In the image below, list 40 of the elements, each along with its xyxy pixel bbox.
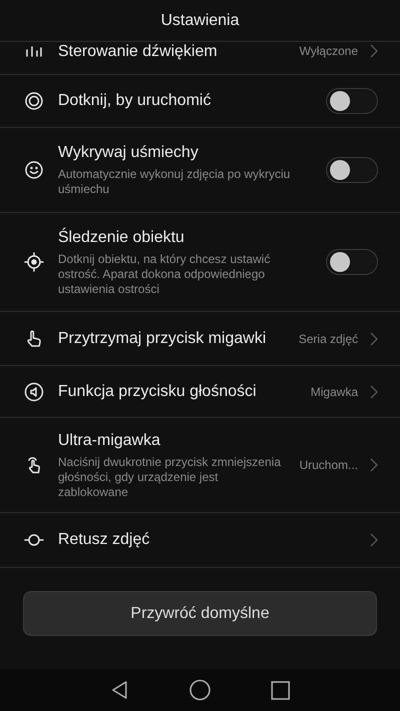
back-icon[interactable] (110, 680, 130, 700)
row-description: Dotknij obiektu, na który chcesz ustawić ostrość. Aparat dokona odpowiedniego ustawienia ostrości (58, 252, 272, 296)
chevron-icon (370, 332, 378, 346)
row-title: Sterowanie dźwiękiem (58, 42, 218, 62)
row-title: Dotknij, by uruchomić (58, 91, 212, 111)
settings-row[interactable]: Funkcja przycisku głośności Migawka (0, 366, 400, 418)
settings-row[interactable]: Retusz zdjęć (0, 513, 400, 568)
row-title: Przytrzymaj przycisk migawki (58, 328, 268, 348)
row-title: Śledzenie obiektu (58, 228, 186, 248)
settings-row[interactable]: Przytrzymaj przycisk migawki Seria zdjęć (0, 312, 400, 366)
row-description: Automatycznie wykonuj zdjęcia po wykryciu uśmiechu (58, 167, 292, 197)
settings-row[interactable]: Sterowanie dźwiękiem Wyłączone (0, 42, 400, 75)
row-title: Retusz zdjęć (58, 530, 151, 550)
chevron-icon (370, 458, 378, 472)
chevron-icon (370, 384, 378, 398)
toggle-switch[interactable] (326, 249, 378, 275)
screen-title: Ustawienia (160, 10, 240, 30)
settings-row[interactable]: Wykrywaj uśmiechy Automatycznie wykonuj zdjęcia po wykryciu uśmiechu (0, 128, 400, 213)
row-value: Uruchom... (299, 457, 358, 474)
row-value: Seria zdjęć (298, 330, 358, 348)
settings-row[interactable]: Śledzenie obiektu Dotknij obiektu, na który chcesz ustawić ostrość. Aparat dokona odpowiedniego ustawienia ostrości (0, 213, 400, 312)
settings-row[interactable]: Dotknij, by uruchomić (0, 75, 400, 128)
home-icon[interactable] (189, 679, 212, 701)
row-title: Funkcja przycisku głośności (58, 382, 258, 402)
row-title: Ultra-migawka (58, 430, 162, 450)
settings-row[interactable]: Ultra-migawka Naciśnij dwukrotnie przycisk zmniejszenia głośności, gdy urządzenie jest zablokowane Uruchom... (0, 418, 400, 513)
row-title: Wykrywaj uśmiechy (58, 143, 200, 163)
crosshair-icon (24, 252, 44, 272)
speaker-icon (24, 382, 44, 402)
recents-icon[interactable] (271, 680, 290, 700)
row-description: Naciśnij dwukrotnie przycisk zmniejszenia głośności, gdy urządzenie jest zablokowane (58, 454, 282, 500)
row-value: Migawka (310, 384, 358, 400)
row-value: Wyłączone (299, 43, 358, 60)
target-icon (24, 91, 44, 111)
chevron-icon (370, 44, 378, 58)
smiley-icon (24, 160, 44, 180)
chevron-icon (370, 533, 378, 547)
reset-button[interactable]: Przywróć domyślne (23, 591, 377, 636)
toggle-switch[interactable] (326, 157, 378, 183)
toggle-switch[interactable] (326, 88, 378, 114)
